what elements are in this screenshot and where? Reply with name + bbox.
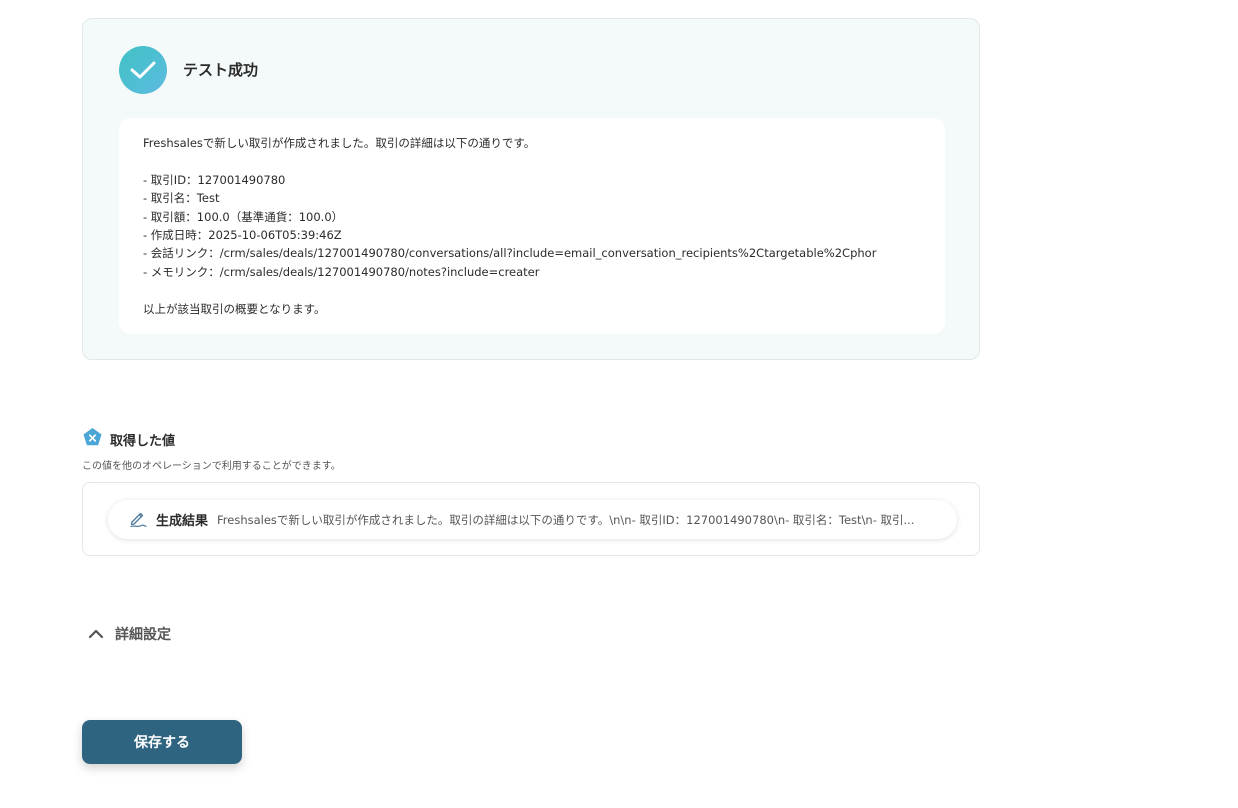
save-button[interactable]: 保存する [82,720,242,764]
check-icon [119,46,167,94]
result-line [143,152,921,170]
result-line: - 取引額：100.0（基準通貨：100.0） [143,209,344,224]
result-line: - 取引ID：127001490780 [143,172,286,187]
result-line: - メモリンク：/crm/sales/deals/127001490780/no… [143,264,540,279]
result-line: - 会話リンク：/crm/sales/deals/127001490780/co… [143,246,877,261]
test-success-title: テスト成功 [183,61,259,79]
result-line: Freshsalesで新しい取引が作成されました。取引の詳細は以下の通りです。 [143,136,536,150]
value-chip-generated-result[interactable]: 生成結果 Freshsalesで新しい取引が作成されました。取引の詳細は以下の通… [108,500,957,539]
chevron-up-icon [88,625,104,644]
value-preview: Freshsalesで新しい取引が作成されました。取引の詳細は以下の通りです。\… [217,512,915,527]
test-success-card: テスト成功 Freshsalesで新しい取引が作成されました。取引の詳細は以下の… [82,18,980,360]
pen-icon [128,508,148,532]
variable-x-icon [82,427,103,452]
result-line [143,281,921,299]
result-line: 以上が該当取引の概要となります。 [143,301,326,316]
advanced-settings-toggle[interactable]: 詳細設定 [88,624,171,644]
acquired-values-description: この値を他のオペレーションで利用することができます。 [82,461,341,472]
acquired-values-title: 取得した値 [110,434,176,449]
result-line: - 作成日時：2025-10-06T05:39:46Z [143,227,342,242]
test-result-output: Freshsalesで新しい取引が作成されました。取引の詳細は以下の通りです。 … [119,118,945,334]
value-name: 生成結果 [156,514,209,529]
acquired-values-header: 取得した値 [82,427,175,452]
result-line: - 取引名：Test [143,191,220,206]
advanced-settings-label: 詳細設定 [115,627,171,643]
acquired-values-list: 生成結果 Freshsalesで新しい取引が作成されました。取引の詳細は以下の通… [82,482,980,556]
